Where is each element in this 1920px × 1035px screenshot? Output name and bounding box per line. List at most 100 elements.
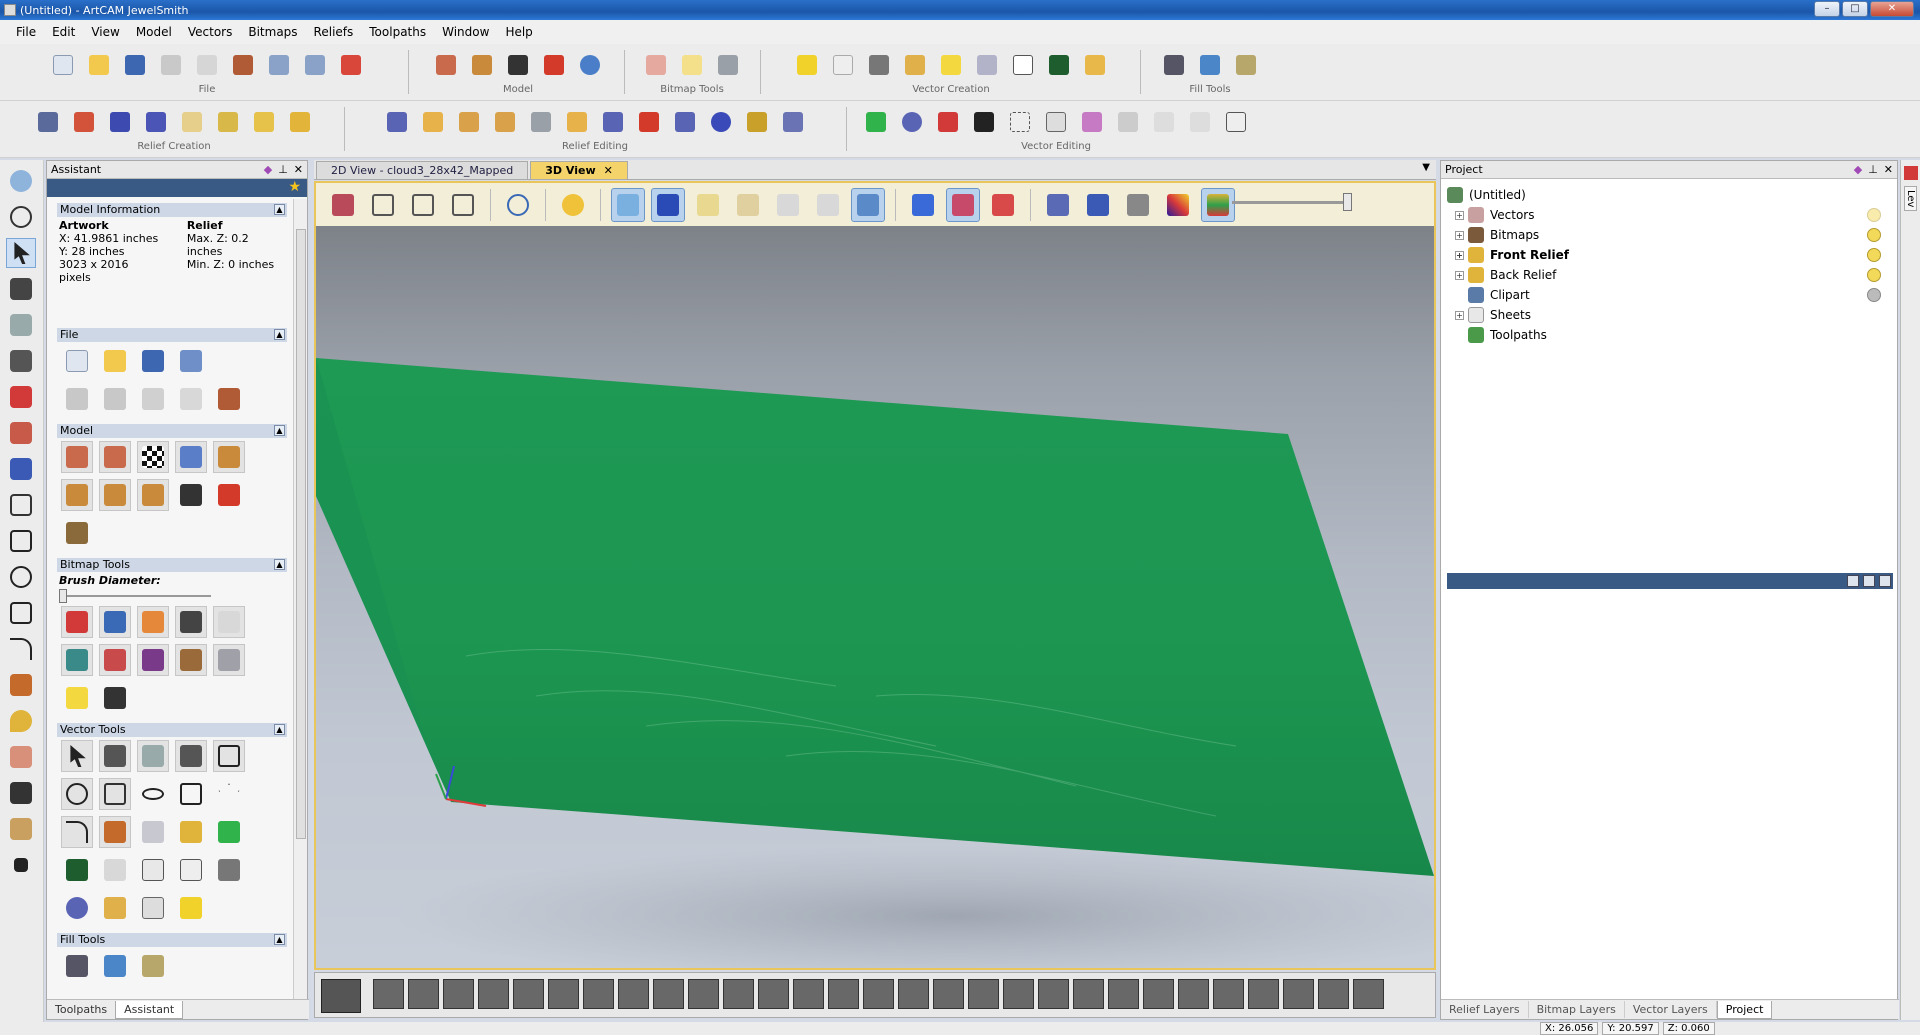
bell-shape-icon[interactable] xyxy=(1041,107,1071,137)
slot[interactable] xyxy=(1248,979,1279,1009)
pattern-fill-icon[interactable] xyxy=(1159,50,1189,80)
tree-item-toolpaths[interactable]: Toolpaths xyxy=(1447,325,1887,345)
menu-help[interactable]: Help xyxy=(497,25,540,39)
menu-model[interactable]: Model xyxy=(128,25,180,39)
visibility-bulb-icon[interactable] xyxy=(1867,228,1881,242)
teddy-bear-icon[interactable] xyxy=(467,50,497,80)
text-art-icon[interactable] xyxy=(1044,50,1074,80)
vector-ellipse-icon[interactable] xyxy=(137,778,169,810)
brush-bitmap-icon[interactable] xyxy=(99,606,131,638)
redo-icon[interactable] xyxy=(300,50,330,80)
vector-textart-icon[interactable] xyxy=(61,854,93,886)
face-relief-icon[interactable] xyxy=(285,107,315,137)
bear-rotate-icon[interactable] xyxy=(137,479,169,511)
dim-relief-icon[interactable] xyxy=(691,188,725,222)
fill-pattern-icon[interactable] xyxy=(61,950,93,982)
slot[interactable] xyxy=(828,979,859,1009)
gold-plate-icon[interactable] xyxy=(742,107,772,137)
pin-icon[interactable]: ⊥ xyxy=(1868,163,1878,176)
vector-plus-icon[interactable] xyxy=(213,816,245,848)
menu-edit[interactable]: Edit xyxy=(44,25,83,39)
smooth-relief-icon[interactable] xyxy=(418,107,448,137)
slot[interactable] xyxy=(723,979,754,1009)
mirror-edit-icon[interactable] xyxy=(1005,107,1035,137)
slot[interactable] xyxy=(408,979,439,1009)
bear-mirror-icon[interactable] xyxy=(61,479,93,511)
paint-relief-icon[interactable] xyxy=(1041,188,1075,222)
save-icon[interactable] xyxy=(120,50,150,80)
line-bitmap-icon[interactable] xyxy=(175,606,207,638)
expand-icon[interactable]: + xyxy=(1455,250,1464,260)
brush-diameter-slider[interactable] xyxy=(57,589,287,603)
vector-node-icon[interactable] xyxy=(99,740,131,772)
globe-icon[interactable] xyxy=(575,50,605,80)
globe-view-icon[interactable] xyxy=(6,202,36,232)
slot[interactable] xyxy=(583,979,614,1009)
curve-vector-icon[interactable] xyxy=(900,50,930,80)
slot[interactable] xyxy=(1318,979,1349,1009)
tree-item-back-relief[interactable]: + Back Relief xyxy=(1447,265,1887,285)
render-icon[interactable] xyxy=(1121,188,1155,222)
color-pick-icon[interactable] xyxy=(539,50,569,80)
menu-bitmaps[interactable]: Bitmaps xyxy=(240,25,305,39)
model-bear-icon[interactable] xyxy=(61,441,93,473)
tab-2d-view[interactable]: 2D View - cloud3_28x42_Mapped xyxy=(316,161,529,179)
bear-pair-icon[interactable] xyxy=(99,479,131,511)
vector-rect-icon[interactable] xyxy=(213,740,245,772)
tab-close-icon[interactable]: ✕ xyxy=(604,164,613,177)
section-vector-tools[interactable]: Vector Tools ▲ xyxy=(57,723,287,737)
maximize-button[interactable]: □ xyxy=(1842,1,1868,17)
leaf-relief-icon[interactable] xyxy=(69,107,99,137)
favorite-star-icon[interactable]: ★ xyxy=(288,179,301,195)
brush-relief-icon[interactable] xyxy=(1081,188,1115,222)
polygon-icon[interactable] xyxy=(6,598,36,628)
visibility-bulb-icon[interactable] xyxy=(1867,268,1881,282)
panel-color-icon[interactable]: ◆ xyxy=(1854,163,1862,176)
visibility-bulb-icon[interactable] xyxy=(1867,288,1881,302)
group-edit-icon[interactable] xyxy=(1113,107,1143,137)
transform-box-icon[interactable] xyxy=(1221,107,1251,137)
view-dropdown-icon[interactable]: ▼ xyxy=(1422,162,1430,173)
node-edit-icon[interactable] xyxy=(864,50,894,80)
section-bitmap-tools[interactable]: Bitmap Tools ▲ xyxy=(57,558,287,572)
star-relief-icon[interactable] xyxy=(105,107,135,137)
vector-ring-icon[interactable] xyxy=(61,892,93,924)
undo-icon[interactable] xyxy=(264,50,294,80)
new-file-icon[interactable] xyxy=(48,50,78,80)
paint-icon[interactable] xyxy=(6,418,36,448)
panel-close-icon[interactable]: ✕ xyxy=(1884,163,1893,176)
slot[interactable] xyxy=(1143,979,1174,1009)
slot[interactable] xyxy=(793,979,824,1009)
vector-scale-icon[interactable] xyxy=(175,740,207,772)
vector-polyline-icon[interactable] xyxy=(99,778,131,810)
bitmap-paint-icon[interactable] xyxy=(641,50,671,80)
weave-icon[interactable] xyxy=(213,107,243,137)
eraser-icon[interactable] xyxy=(213,606,245,638)
fade-relief-icon[interactable] xyxy=(526,107,556,137)
vector-bell-icon[interactable] xyxy=(137,892,169,924)
undo-small-icon[interactable] xyxy=(61,383,93,415)
pin-icon[interactable]: ⊥ xyxy=(278,163,288,176)
arc-edit-icon[interactable] xyxy=(1149,107,1179,137)
pencil-icon[interactable] xyxy=(6,382,36,412)
3d-viewport[interactable] xyxy=(314,226,1436,970)
view-quality-slider[interactable] xyxy=(1232,193,1352,211)
menu-file[interactable]: File xyxy=(8,25,44,39)
section-model-information[interactable]: Model Information ▲ xyxy=(57,203,287,217)
view-front-icon[interactable] xyxy=(366,188,400,222)
slot[interactable] xyxy=(548,979,579,1009)
collapse-up-icon[interactable]: ▲ xyxy=(274,204,285,215)
copy-icon[interactable] xyxy=(192,50,222,80)
slot[interactable] xyxy=(373,979,404,1009)
scale-icon[interactable] xyxy=(6,346,36,376)
texture-relief-icon[interactable] xyxy=(598,107,628,137)
brush-icon[interactable] xyxy=(6,778,36,808)
rename-icon[interactable] xyxy=(336,50,366,80)
rectangle-icon[interactable] xyxy=(6,526,36,556)
menu-reliefs[interactable]: Reliefs xyxy=(306,25,362,39)
expand-icon[interactable]: + xyxy=(1455,270,1464,280)
pencil-side-icon[interactable] xyxy=(1904,166,1918,180)
expand-icon[interactable]: + xyxy=(1455,230,1464,240)
ring-icon[interactable] xyxy=(897,107,927,137)
vector-bracket-icon[interactable] xyxy=(137,854,169,886)
